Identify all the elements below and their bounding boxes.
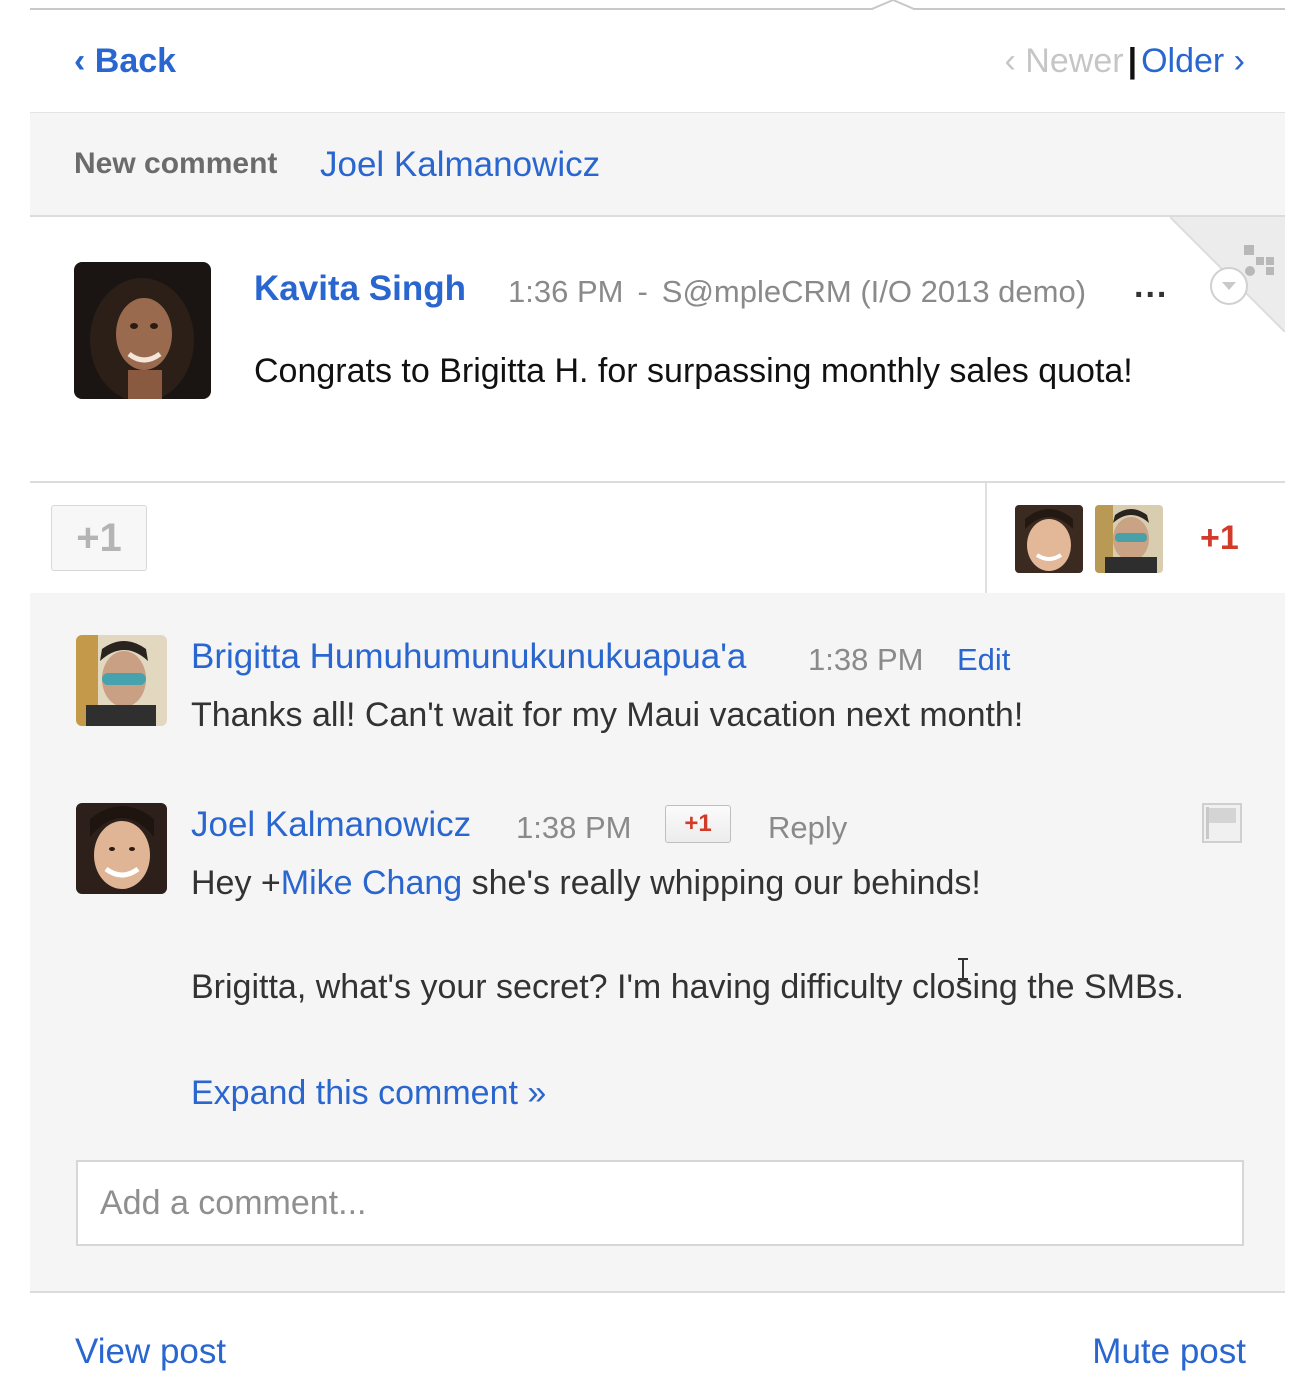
comment-text-prefix: Hey + <box>191 864 281 902</box>
navigation-bar: ‹ Back ‹ Newer | Older › <box>30 12 1285 113</box>
plus-one-bar: +1 +1 <box>30 481 1285 595</box>
comment-text-line-1: Hey +Mike Chang she's really whipping ou… <box>191 857 1191 909</box>
expand-comment-link[interactable]: Expand this comment » <box>191 1067 546 1119</box>
back-link[interactable]: ‹ Back <box>74 42 176 81</box>
post-body-text: Congrats to Brigitta H. for surpassing m… <box>254 352 1133 390</box>
comment-plus-one-button[interactable]: +1 <box>665 805 731 843</box>
comment-author-link[interactable]: Joel Kalmanowicz <box>191 805 471 845</box>
avatar-joel[interactable] <box>76 803 167 894</box>
plus-divider <box>985 483 987 593</box>
comment-reply-link[interactable]: Reply <box>768 810 847 846</box>
avatar-kavita-singh[interactable] <box>74 262 211 399</box>
org-chart-icon <box>1244 245 1274 276</box>
post-meta: 1:36 PM - S@mpleCRM (I/O 2013 demo) <box>508 274 1086 310</box>
post-author-link[interactable]: Kavita Singh <box>254 269 466 309</box>
pager: ‹ Newer | Older › <box>1005 42 1245 81</box>
comments-section: Brigitta Humuhumunukunukuapua'a 1:38 PM … <box>30 593 1285 1293</box>
notification-label: New comment <box>74 147 278 180</box>
older-link[interactable]: Older › <box>1141 42 1245 80</box>
post-more-ellipsis[interactable]: ... <box>1134 267 1168 306</box>
mention-link[interactable]: Mike Chang <box>281 864 462 902</box>
pointer-notch <box>872 0 914 10</box>
mute-post-link[interactable]: Mute post <box>1092 1332 1246 1372</box>
comment-edit-link[interactable]: Edit <box>957 642 1010 678</box>
notification-bar: New comment Joel Kalmanowicz <box>30 113 1285 217</box>
pager-separator: | <box>1127 42 1138 80</box>
avatar-brigitta[interactable] <box>76 635 167 726</box>
add-comment-box[interactable] <box>76 1160 1244 1246</box>
top-border-right <box>913 8 1285 10</box>
post-time[interactable]: 1:36 PM <box>508 274 623 309</box>
plus-one-avatar-1[interactable] <box>1015 505 1083 573</box>
plus-one-button[interactable]: +1 <box>51 505 147 571</box>
plus-one-avatar-2[interactable] <box>1095 505 1163 573</box>
text-cursor-icon <box>958 958 968 980</box>
meta-dash: - <box>637 274 648 309</box>
plus-one-count[interactable]: +1 <box>1200 519 1239 558</box>
flag-icon[interactable] <box>1202 803 1242 843</box>
comment-text-line-2: Brigitta, what's your secret? I'm having… <box>191 968 1185 1006</box>
comment-author-link[interactable]: Brigitta Humuhumunukunukuapua'a <box>191 637 746 677</box>
post-community[interactable]: S@mpleCRM (I/O 2013 demo) <box>662 274 1086 309</box>
comment-time[interactable]: 1:38 PM <box>516 810 631 846</box>
post-card: Kavita Singh 1:36 PM - S@mpleCRM (I/O 2013… <box>30 217 1285 480</box>
comment-time[interactable]: 1:38 PM <box>808 642 923 678</box>
comment-text-suffix: she's really whipping our behinds! <box>462 864 981 902</box>
top-border-left <box>30 8 873 10</box>
notification-name-link[interactable]: Joel Kalmanowicz <box>320 145 600 185</box>
add-comment-input[interactable] <box>78 1162 1242 1244</box>
comment-text: Thanks all! Can't wait for my Maui vacat… <box>191 696 1024 734</box>
newer-link: ‹ Newer <box>1004 42 1124 80</box>
view-post-link[interactable]: View post <box>75 1332 226 1372</box>
